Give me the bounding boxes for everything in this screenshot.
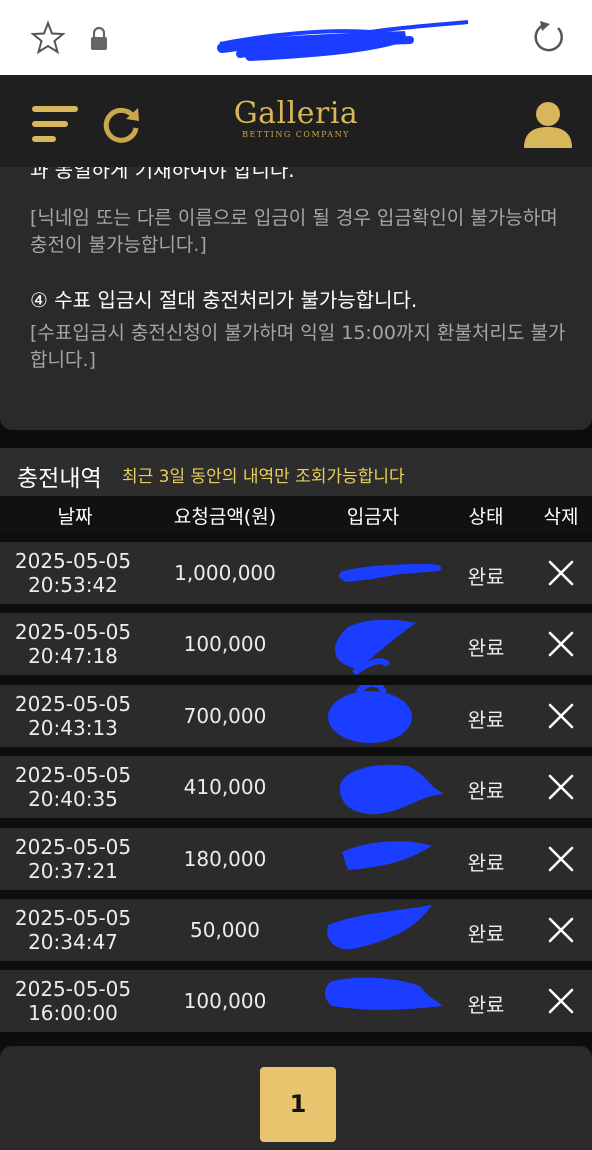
browser-reload-icon[interactable]: [528, 18, 568, 58]
row-amount: 180,000: [183, 847, 267, 871]
row-date: 2025-05-05: [14, 549, 132, 573]
redacted-depositor: [339, 564, 441, 582]
col-delete: 삭제: [543, 506, 579, 528]
user-icon[interactable]: [522, 100, 574, 150]
delete-icon[interactable]: [540, 909, 582, 951]
row-datetime: 2025-05-05 20:37:21: [0, 835, 146, 883]
refresh-icon[interactable]: [100, 104, 142, 146]
row-datetime: 2025-05-05 20:43:13: [0, 692, 146, 740]
notice-clipped-line: 과 동일하게 기재하여야 합니다.: [30, 167, 295, 182]
notice-note-1: [닉네임 또는 다른 이름으로 입금이 될 경우 입금확인이 불가능하며 충전이…: [30, 207, 558, 256]
row-status: 완료: [467, 565, 505, 589]
row-status: 완료: [467, 922, 505, 946]
row-amount: 1,000,000: [174, 561, 276, 585]
row-date: 2025-05-05: [14, 620, 132, 644]
row-time: 20:34:47: [28, 930, 118, 954]
notice-panel: 과 동일하게 기재하여야 합니다. [닉네임 또는 다른 이름으로 입금이 될 …: [0, 167, 592, 430]
row-amount: 50,000: [190, 918, 260, 942]
col-amount: 요청금액(원): [173, 506, 277, 528]
redacted-depositor: [339, 764, 444, 815]
col-date: 날짜: [57, 506, 93, 528]
table-row: 2025-05-05 20:43:13 700,000 완료: [0, 685, 592, 747]
row-datetime: 2025-05-05 16:00:00: [0, 977, 146, 1025]
menu-icon[interactable]: [32, 103, 80, 145]
row-status: 완료: [467, 779, 505, 803]
row-status: 완료: [467, 851, 505, 875]
row-time: 16:00:00: [28, 1001, 118, 1025]
bookmark-star-icon[interactable]: [30, 20, 66, 56]
redacted-url[interactable]: [210, 14, 480, 64]
delete-icon[interactable]: [540, 838, 582, 880]
row-status: 완료: [467, 708, 505, 732]
row-date: 2025-05-05: [14, 906, 132, 930]
table-row: 2025-05-05 20:53:42 1,000,000 완료: [0, 542, 592, 604]
row-time: 20:47:18: [28, 644, 118, 668]
redacted-depositor: [325, 977, 442, 1010]
row-status: 완료: [467, 636, 505, 660]
notice-item-4: ④ 수표 입금시 절대 충전처리가 불가능합니다.: [30, 288, 418, 312]
row-status: 완료: [467, 993, 505, 1017]
history-subtitle: 최근 3일 동안의 내역만 조회가능합니다: [122, 467, 405, 487]
delete-icon[interactable]: [540, 552, 582, 594]
col-depositor: 입금자: [346, 506, 400, 528]
delete-icon[interactable]: [540, 766, 582, 808]
notice-note-4: [수표입금시 충전신청이 불가하며 익일 15:00까지 환불처리도 불가합니다…: [30, 322, 566, 371]
site-logo[interactable]: Galleria BETTING COMPANY: [220, 96, 372, 150]
table-row: 2025-05-05 20:37:21 180,000 완료: [0, 828, 592, 890]
col-status: 상태: [468, 506, 504, 528]
row-datetime: 2025-05-05 20:53:42: [0, 549, 146, 597]
row-time: 20:40:35: [28, 787, 118, 811]
table-row: 2025-05-05 20:40:35 410,000 완료: [0, 756, 592, 818]
row-datetime: 2025-05-05 20:47:18: [0, 620, 146, 668]
row-amount: 410,000: [183, 775, 267, 799]
row-datetime: 2025-05-05 20:34:47: [0, 906, 146, 954]
redacted-depositor: [342, 841, 432, 870]
logo-text: Galleria: [233, 96, 359, 131]
history-title: 충전내역: [17, 466, 102, 492]
row-amount: 700,000: [183, 704, 267, 728]
delete-icon[interactable]: [540, 623, 582, 665]
row-date: 2025-05-05: [14, 763, 132, 787]
logo-subtext: BETTING COMPANY: [242, 130, 350, 139]
lock-icon: [91, 26, 107, 50]
row-date: 2025-05-05: [14, 835, 132, 859]
browser-toolbar: [0, 0, 592, 75]
row-time: 20:37:21: [28, 859, 118, 883]
delete-icon[interactable]: [540, 980, 582, 1022]
page-button-1[interactable]: 1: [260, 1067, 336, 1142]
table-row: 2025-05-05 20:34:47 50,000 완료: [0, 899, 592, 961]
row-date: 2025-05-05: [14, 692, 132, 716]
row-time: 20:53:42: [28, 573, 118, 597]
redacted-depositor: [327, 905, 432, 950]
redacted-depositor: [334, 619, 416, 675]
row-date: 2025-05-05: [14, 977, 132, 1001]
redacted-depositor: [328, 685, 412, 743]
table-row: 2025-05-05 20:47:18 100,000 완료: [0, 613, 592, 675]
row-datetime: 2025-05-05 20:40:35: [0, 763, 146, 811]
table-row: 2025-05-05 16:00:00 100,000 완료: [0, 970, 592, 1032]
row-amount: 100,000: [183, 989, 267, 1013]
delete-icon[interactable]: [540, 695, 582, 737]
row-amount: 100,000: [183, 632, 267, 656]
row-time: 20:43:13: [28, 716, 118, 740]
